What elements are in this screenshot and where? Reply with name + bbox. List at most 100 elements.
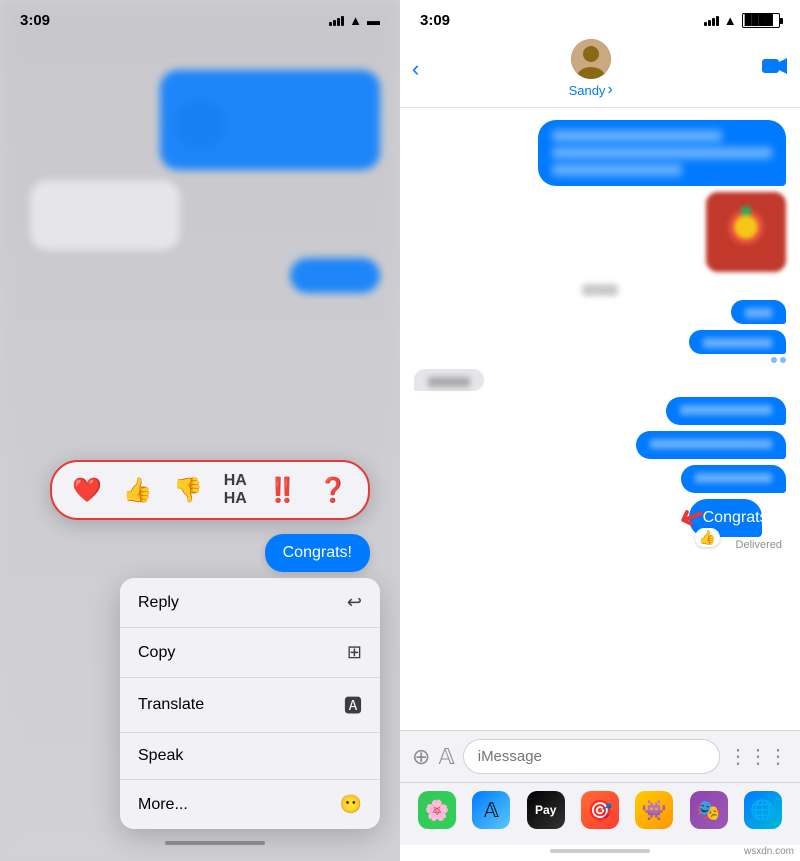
context-menu: Reply ↩ Copy ⊞ Translate 🅰 Speak More...… — [120, 578, 380, 829]
msg-row-1 — [414, 120, 786, 186]
target-app[interactable]: 🎯 — [581, 791, 619, 829]
menu-label-translate: Translate — [138, 696, 204, 714]
sent-bubble-5 — [636, 431, 786, 459]
time-right: 3:09 — [420, 12, 450, 29]
browser-icon: 🌐 — [750, 798, 775, 823]
status-icons-left: ▲ ▬ — [329, 13, 380, 28]
blurred-t3 — [703, 338, 773, 348]
avatar-image — [571, 39, 611, 79]
wifi-icon-left: ▲ — [349, 13, 362, 28]
recv-bubble-1 — [414, 369, 484, 391]
msg-row-congrats: Congrats! 👍 — [414, 499, 786, 537]
reaction-exclamation[interactable]: ‼️ — [268, 476, 298, 505]
avatar[interactable] — [571, 39, 611, 79]
wifi-icon-right: ▲ — [724, 13, 737, 28]
reaction-heart[interactable]: ❤️ — [72, 476, 102, 505]
photos-app[interactable]: 🌸 — [418, 791, 456, 829]
applepay-icon: Pay — [535, 803, 556, 817]
status-bar-left: 3:09 ▲ ▬ — [0, 0, 400, 35]
msg-row-5 — [414, 431, 786, 459]
blurred-text-1 — [552, 130, 722, 142]
blurred-bubble-3 — [290, 258, 380, 293]
blurred-t6 — [695, 473, 772, 483]
nav-center: Sandy › — [569, 39, 613, 99]
home-indicator-left — [50, 841, 380, 845]
blurred-text-3 — [552, 164, 682, 176]
menu-label-more: More... — [138, 796, 188, 814]
battery-icon-left: ▬ — [367, 13, 380, 28]
photos-icon: 🌸 — [425, 798, 450, 823]
dot-row — [771, 357, 786, 363]
copy-icon: ⊞ — [347, 642, 362, 663]
video-call-button[interactable] — [762, 57, 788, 81]
menu-item-speak[interactable]: Speak — [120, 733, 380, 780]
sent-bubble-3 — [689, 330, 787, 354]
nav-bar: ‹ Sandy › — [400, 35, 800, 108]
delivered-label: Delivered — [414, 539, 786, 551]
app-dock: 🌸 𝔸 Pay 🎯 👾 🎭 🌐 — [400, 782, 800, 845]
msg-row-img — [414, 192, 786, 278]
camera-button[interactable]: ⊕ — [412, 744, 430, 770]
message-input[interactable] — [463, 739, 720, 774]
reaction-container: ❤️ 👍 👎 HAHA ‼️ ❓ Congrats! Reply ↩ Copy … — [50, 460, 380, 845]
watermark: wsxdn.com — [744, 846, 794, 857]
reaction-thumbs-up[interactable]: 👍 — [123, 476, 153, 505]
more-icon: 😶 — [340, 794, 362, 815]
sent-bubble-1 — [538, 120, 786, 186]
msg-row-6 — [414, 465, 786, 493]
bar1 — [329, 22, 332, 26]
input-bar: ⊕ 𝔸 ⋮⋮⋮ — [400, 730, 800, 782]
back-button[interactable]: ‹ — [412, 56, 419, 82]
dot1 — [771, 357, 777, 363]
reaction-bar[interactable]: ❤️ 👍 👎 HAHA ‼️ ❓ — [50, 460, 370, 520]
time-left: 3:09 — [20, 12, 50, 29]
dot2 — [780, 357, 786, 363]
christmas-image — [706, 192, 786, 272]
reaction-thumbs-down[interactable]: 👎 — [173, 476, 203, 505]
reaction-question[interactable]: ❓ — [318, 476, 348, 505]
menu-item-reply[interactable]: Reply ↩ — [120, 578, 380, 628]
msg-row-recv-1 — [414, 369, 786, 391]
timestamp-text: ·· ··:·· — [582, 284, 618, 296]
game-icon: 👾 — [642, 798, 667, 823]
signal-bars-right — [704, 16, 719, 26]
messages-area[interactable]: ·· ··:·· — [400, 108, 800, 730]
bar3 — [337, 18, 340, 26]
reply-icon: ↩ — [347, 592, 362, 613]
menu-item-more[interactable]: More... 😶 — [120, 780, 380, 829]
blurred-t4 — [680, 405, 772, 415]
misc-icon: 🎭 — [696, 798, 721, 823]
blurred-t5 — [650, 439, 772, 449]
misc-app[interactable]: 🎭 — [690, 791, 728, 829]
applepay-app[interactable]: Pay — [527, 791, 565, 829]
signal-bars-left — [329, 16, 344, 26]
rbar4 — [716, 16, 719, 26]
sent-bubble-2 — [731, 300, 786, 324]
rbar3 — [712, 18, 715, 26]
congrats-bubble-left: Congrats! — [265, 534, 370, 572]
status-bar-right: 3:09 ▲ ████ — [400, 0, 800, 35]
contact-name[interactable]: Sandy › — [569, 81, 613, 99]
home-bar-right — [550, 849, 650, 853]
game-app[interactable]: 👾 — [635, 791, 673, 829]
appstore-app[interactable]: 𝔸 — [472, 791, 510, 829]
status-icons-right: ▲ ████ — [704, 13, 780, 28]
menu-label-speak: Speak — [138, 747, 183, 765]
msg-row-2 — [414, 300, 786, 324]
menu-item-translate[interactable]: Translate 🅰 — [120, 678, 380, 733]
msg-row-4 — [414, 397, 786, 425]
congrats-row: Congrats! — [50, 534, 380, 572]
reaction-haha[interactable]: HAHA — [224, 472, 247, 508]
video-icon — [762, 57, 788, 75]
browser-app[interactable]: 🌐 — [744, 791, 782, 829]
sent-bubble-6 — [681, 465, 786, 493]
blurred-bubble-1 — [160, 70, 380, 170]
battery-icon-right: ████ — [742, 13, 780, 28]
menu-item-copy[interactable]: Copy ⊞ — [120, 628, 380, 678]
left-panel: 3:09 ▲ ▬ ❤️ 👍 👎 HAHA ‼️ ❓ Congrats! — [0, 0, 400, 861]
bubble-group-3 — [656, 330, 786, 363]
app-store-button[interactable]: 𝔸 — [438, 744, 454, 770]
sent-bubble-4 — [666, 397, 786, 425]
right-panel: 3:09 ▲ ████ ‹ — [400, 0, 800, 861]
voice-button[interactable]: ⋮⋮⋮ — [728, 744, 788, 769]
